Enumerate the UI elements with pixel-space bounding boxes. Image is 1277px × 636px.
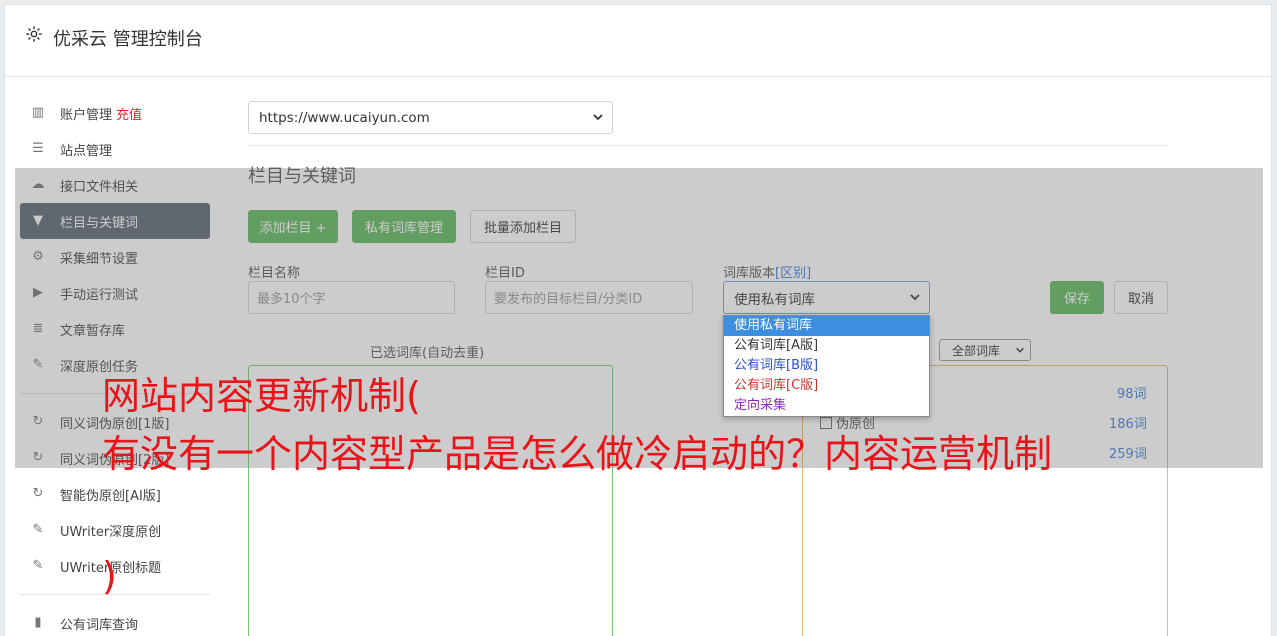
sidebar-item-uwriter-deep[interactable]: ✎ UWriter深度原创	[20, 512, 210, 548]
cogs-icon: ⚙	[32, 249, 44, 264]
sidebar-item-interface[interactable]: ☁ 接口文件相关	[20, 167, 210, 203]
filter-icon: ▼	[33, 213, 43, 228]
word-count: 98词	[1117, 383, 1147, 402]
cloud-upload-icon: ☁	[31, 177, 45, 192]
sidebar-item-collect-settings[interactable]: ⚙ 采集细节设置	[20, 239, 210, 275]
sidebar-item-label: 采集细节设置	[60, 251, 139, 267]
column-name-input[interactable]: 最多10个字	[248, 281, 455, 314]
bar-chart-icon: ▥	[31, 105, 45, 120]
add-column-button[interactable]: 添加栏目 +	[248, 210, 338, 243]
word-count-value: 98词	[1117, 387, 1147, 402]
site-select[interactable]: https://www.ucaiyun.com	[248, 101, 613, 134]
site-select-value: https://www.ucaiyun.com	[259, 109, 430, 126]
version-dropdown[interactable]: 使用私有词库 公有词库[A版] 公有词库[B版] 公有词库[C版] 定向采集	[723, 315, 930, 417]
dropdown-option[interactable]: 公有词库[C版]	[724, 376, 929, 396]
cancel-button[interactable]: 取消	[1114, 281, 1168, 314]
sidebar-item-label: 手动运行测试	[60, 287, 139, 303]
sidebar-item-sites[interactable]: ☰ 站点管理	[20, 131, 210, 167]
column-id-input[interactable]: 要发布的目标栏目/分类ID	[485, 281, 693, 314]
sidebar-item-account[interactable]: ▥ 账户管理 充值	[20, 95, 210, 131]
caption-line-3: )	[102, 554, 117, 598]
play-icon: ▶	[33, 285, 43, 300]
refresh-icon: ↻	[32, 414, 44, 429]
section-title: 栏目与关键词	[248, 166, 356, 187]
edit-icon: ✎	[32, 522, 44, 537]
dropdown-option[interactable]: 定向采集	[724, 396, 929, 416]
version-label: 词库版本[区别]	[723, 262, 811, 281]
sidebar-item-label: 公有词库查询	[60, 617, 139, 633]
caption-line-2: 有没有一个内容型产品是怎么做冷启动的？内容运营机制	[102, 432, 1053, 476]
dropdown-option[interactable]: 公有词库[A版]	[724, 336, 929, 356]
sidebar-item-article-store[interactable]: ≣ 文章暂存库	[20, 311, 210, 347]
word-count-value: 186词	[1109, 417, 1147, 432]
sidebar-item-label: 文章暂存库	[60, 323, 126, 339]
sidebar-item-label: UWriter深度原创	[60, 524, 162, 540]
recharge-link[interactable]: 充值	[116, 104, 142, 123]
sidebar-item-public-lib[interactable]: ▮ 公有词库查询	[20, 605, 210, 636]
sidebar-item-manual-run[interactable]: ▶ 手动运行测试	[20, 275, 210, 311]
sidebar-item-label: 接口文件相关	[60, 179, 139, 195]
sidebar-item-label: 栏目与关键词	[60, 215, 139, 231]
sidebar-item-columns[interactable]: ▼ 栏目与关键词	[20, 203, 210, 239]
version-select[interactable]: 使用私有词库	[723, 281, 930, 314]
sidebar-item-label: 账户管理	[60, 107, 113, 123]
divider	[248, 145, 1168, 146]
chevron-down-icon	[1016, 347, 1024, 353]
caption-line-1: 网站内容更新机制(	[102, 374, 421, 418]
version-label-text: 词库版本	[723, 266, 776, 281]
version-select-value: 使用私有词库	[734, 291, 815, 308]
chevron-down-icon	[910, 294, 920, 301]
server-icon: ☰	[32, 141, 44, 156]
private-lib-button[interactable]: 私有词库管理	[352, 210, 456, 243]
header: 优采云 管理控制台	[5, 5, 1271, 77]
gear-icon	[26, 26, 42, 42]
database-icon: ≣	[32, 321, 44, 336]
sidebar-item-ai-rewrite[interactable]: ↻ 智能伪原创[AI版]	[20, 476, 210, 512]
column-name-label: 栏目名称	[248, 266, 301, 281]
dropdown-option[interactable]: 使用私有词库	[724, 316, 929, 336]
selected-lib-title: 已选词库(自动去重)	[370, 346, 485, 361]
word-count-value: 259词	[1109, 447, 1147, 462]
sidebar-item-label: 智能伪原创[AI版]	[60, 488, 161, 504]
refresh-icon: ↻	[32, 450, 44, 465]
column-id-label: 栏目ID	[485, 266, 525, 281]
chevron-down-icon	[593, 114, 603, 121]
lib-filter-select[interactable]: 全部词库	[939, 339, 1031, 361]
batch-add-button[interactable]: 批量添加栏目	[470, 210, 576, 243]
refresh-icon: ↻	[32, 486, 44, 501]
dropdown-option[interactable]: 公有词库[B版]	[724, 356, 929, 376]
lib-filter-value: 全部词库	[952, 343, 1001, 358]
sidebar-item-label: 站点管理	[60, 143, 113, 159]
book-icon: ▮	[34, 615, 42, 630]
word-count: 186词	[1109, 413, 1147, 432]
edit-icon: ✎	[32, 357, 44, 372]
word-count: 259词	[1109, 443, 1147, 462]
save-button[interactable]: 保存	[1050, 281, 1104, 314]
edit-icon: ✎	[32, 558, 44, 573]
page-title: 优采云 管理控制台	[53, 29, 203, 50]
difference-link[interactable]: [区别]	[775, 266, 811, 281]
